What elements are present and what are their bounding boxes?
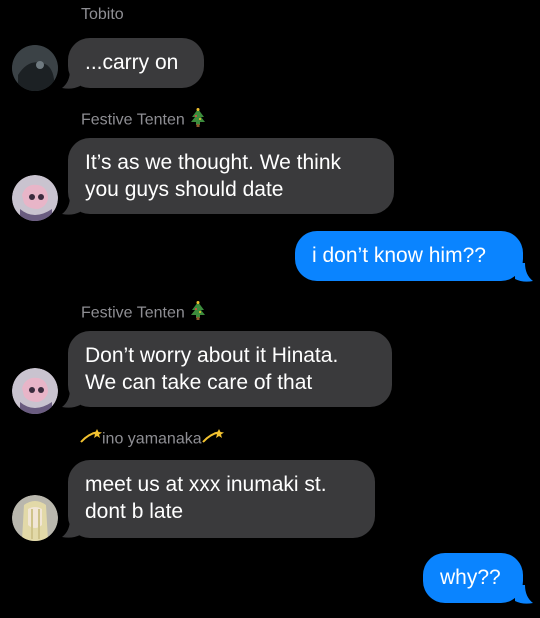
message-bubble-outgoing[interactable]: i don’t know him?? xyxy=(295,231,523,281)
avatar-ino-yamanaka[interactable] xyxy=(12,495,58,541)
bubble-tail xyxy=(62,70,80,89)
message-text-line: dont b late xyxy=(85,500,184,523)
message-text-line: you guys should date xyxy=(85,178,284,201)
bubble-tail xyxy=(62,389,80,408)
bubble-tail xyxy=(62,196,80,215)
sender-name-festive-tenten: Festive Tenten xyxy=(81,301,207,326)
message-text-line: We can take care of that xyxy=(85,371,313,394)
bubble-tail xyxy=(515,585,533,604)
avatar-festive-tenten[interactable] xyxy=(12,175,58,221)
sender-name-ino-yamanaka: ino yamanaka xyxy=(80,428,224,451)
christmas-tree-icon xyxy=(189,301,207,326)
sender-name-festive-tenten: Festive Tenten xyxy=(81,108,207,133)
dizzy-star-icon xyxy=(201,428,224,451)
message-text: why?? xyxy=(440,566,501,589)
message-text: i don’t know him?? xyxy=(312,244,486,267)
christmas-tree-icon xyxy=(189,108,207,133)
message-bubble-incoming[interactable]: It’s as we thought. We think you guys sh… xyxy=(68,138,394,214)
bubble-tail xyxy=(515,263,533,282)
message-bubble-incoming[interactable]: ...carry on xyxy=(68,38,204,88)
message-bubble-outgoing[interactable]: why?? xyxy=(423,553,523,603)
avatar-festive-tenten[interactable] xyxy=(12,368,58,414)
message-text: ...carry on xyxy=(85,51,179,74)
message-bubble-incoming[interactable]: Don’t worry about it Hinata. We can take… xyxy=(68,331,392,407)
message-text-line: It’s as we thought. We think xyxy=(85,151,342,174)
sender-name-tobito: Tobito xyxy=(81,6,124,23)
message-bubble-incoming[interactable]: meet us at xxx inumaki st. dont b late xyxy=(68,460,375,538)
dizzy-star-icon xyxy=(80,428,102,451)
bubble-tail xyxy=(62,519,80,538)
message-text-line: meet us at xxx inumaki st. xyxy=(85,473,327,496)
message-text-line: Don’t worry about it Hinata. xyxy=(85,344,339,367)
avatar-tobito[interactable] xyxy=(12,45,58,91)
